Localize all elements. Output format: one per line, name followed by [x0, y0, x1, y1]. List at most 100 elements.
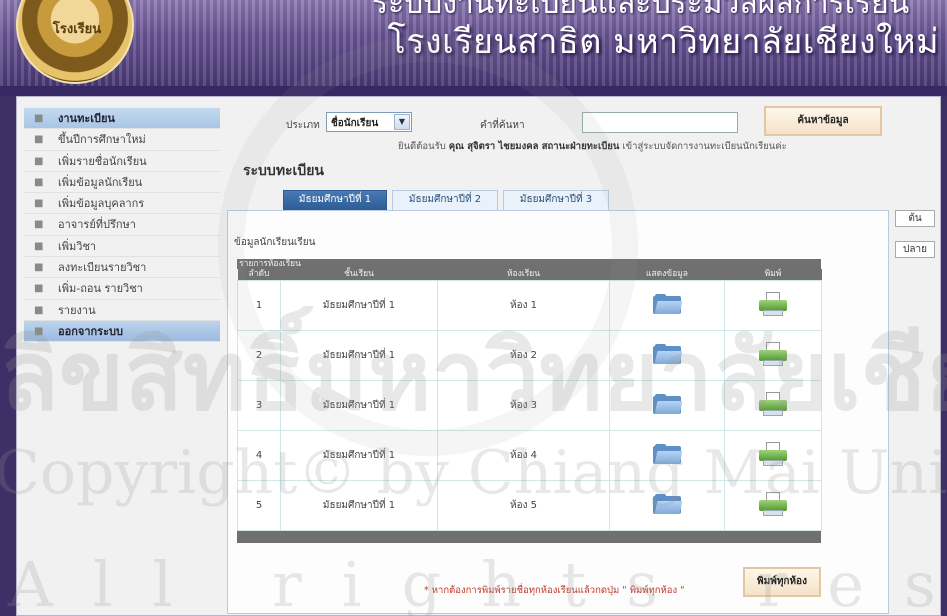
- sidebar-item-add-drop[interactable]: ■ เพิ่ม-ถอน รายวิชา: [24, 278, 220, 300]
- content-panel: ข้อมูลนักเรียนเรียน รายการห้องเรียน ลำดั…: [227, 210, 889, 614]
- bullet-icon: ■: [34, 155, 44, 167]
- banner-school-name: โรงเรียนสาธิต มหาวิทยาลัยเชียงใหม่: [387, 22, 939, 62]
- sidebar-item-label: เพิ่มข้อมูลบุคลากร: [58, 197, 145, 211]
- bullet-icon: ■: [34, 304, 44, 316]
- sidebar-item-label: ออกจากระบบ: [58, 324, 123, 338]
- sidebar-item-label: เพิ่ม-ถอน รายวิชา: [58, 282, 143, 296]
- bullet-icon: ■: [34, 198, 44, 210]
- column-header: ห้องเรียน: [437, 269, 610, 281]
- row-room: ห้อง 1: [437, 280, 610, 331]
- row-number: 1: [237, 280, 281, 331]
- row-grade: มัธยมศึกษาปีที่ 1: [280, 330, 438, 381]
- row-room: ห้อง 5: [437, 480, 610, 531]
- table-caption: รายการห้องเรียน: [237, 259, 821, 269]
- bullet-icon: ■: [34, 176, 44, 188]
- printer-icon[interactable]: [758, 492, 788, 516]
- header-banner: โรงเรียน ระบบงานทะเบียนและประมวลผลการเรี…: [0, 0, 947, 86]
- type-label: ประเภท: [286, 120, 320, 131]
- column-header: ชั้นเรียน: [280, 269, 438, 281]
- sidebar-item-add-subject[interactable]: ■ เพิ่มวิชา: [24, 236, 220, 258]
- printer-icon[interactable]: [758, 392, 788, 416]
- column-header: พิมพ์: [724, 269, 822, 281]
- view-cell: [609, 330, 725, 381]
- classroom-table: รายการห้องเรียน ลำดับ ชั้นเรียน ห้องเรีย…: [237, 259, 822, 543]
- chevron-down-icon[interactable]: ▼: [394, 114, 410, 130]
- header-divider: [0, 86, 947, 96]
- print-cell: [724, 280, 822, 331]
- search-button[interactable]: ค้นหาข้อมูล: [764, 106, 882, 136]
- sidebar-item-add-staff-info[interactable]: ■ เพิ่มข้อมูลบุคลากร: [24, 193, 220, 215]
- sidebar-item-label: เพิ่มข้อมูลนักเรียน: [58, 175, 143, 189]
- type-select-value: ชื่อนักเรียน: [331, 118, 379, 129]
- bullet-icon: ■: [34, 325, 44, 337]
- sidebar-item-advisors[interactable]: ■ อาจารย์ที่ปรึกษา: [24, 214, 220, 236]
- row-number: 5: [237, 480, 281, 531]
- keyword-label: คำที่ค้นหา: [480, 120, 525, 131]
- sidebar-item-label: เพิ่มวิชา: [58, 239, 97, 253]
- row-number: 4: [237, 430, 281, 481]
- sidebar-item-add-student-info[interactable]: ■ เพิ่มข้อมูลนักเรียน: [24, 172, 220, 194]
- welcome-suffix: เข้าสู่ระบบจัดการงานทะเบียนนักเรียนค่ะ: [622, 141, 787, 152]
- scroll-top-button[interactable]: ต้น: [895, 210, 935, 227]
- sidebar-item-registration[interactable]: ■ งานทะเบียน: [24, 108, 220, 130]
- folder-icon[interactable]: [653, 494, 683, 514]
- printer-icon[interactable]: [758, 342, 788, 366]
- user-name: คุณ สุจิตรา ไชยมงคล สถานะฝ่ายทะเบียน: [448, 141, 620, 152]
- table-row: 2 มัธยมศึกษาปีที่ 1 ห้อง 2: [237, 330, 822, 381]
- folder-icon[interactable]: [653, 344, 683, 364]
- bullet-icon: ■: [34, 283, 44, 295]
- sidebar-item-course-registration[interactable]: ■ ลงทะเบียนรายวิชา: [24, 257, 220, 279]
- search-input[interactable]: [582, 112, 738, 133]
- sidebar-item-new-year[interactable]: ■ ขึ้นปีการศึกษาใหม่: [24, 129, 220, 151]
- table-row: 4 มัธยมศึกษาปีที่ 1 ห้อง 4: [237, 430, 822, 481]
- column-header: แสดงข้อมูล: [609, 269, 725, 281]
- print-cell: [724, 330, 822, 381]
- row-grade: มัธยมศึกษาปีที่ 1: [280, 480, 438, 531]
- folder-icon[interactable]: [653, 444, 683, 464]
- view-cell: [609, 380, 725, 431]
- column-header: ลำดับ: [237, 269, 281, 281]
- printer-icon[interactable]: [758, 292, 788, 316]
- bullet-icon: ■: [34, 262, 44, 274]
- view-cell: [609, 480, 725, 531]
- bullet-icon: ■: [34, 134, 44, 146]
- table-header: ลำดับ ชั้นเรียน ห้องเรียน แสดงข้อมูล พิม…: [237, 269, 822, 281]
- print-all-note: * หากต้องการพิมพ์รายชื่อทุกห้องเรียนแล้ว…: [424, 585, 685, 596]
- scroll-bottom-button[interactable]: ปลาย: [895, 241, 935, 258]
- type-select[interactable]: ชื่อนักเรียน ▼: [326, 112, 412, 132]
- table-row: 3 มัธยมศึกษาปีที่ 1 ห้อง 3: [237, 380, 822, 431]
- row-number: 3: [237, 380, 281, 431]
- view-cell: [609, 280, 725, 331]
- folder-icon[interactable]: [653, 294, 683, 314]
- printer-icon[interactable]: [758, 442, 788, 466]
- tab-grade-1[interactable]: มัธยมศึกษาปีที่ 1: [283, 190, 387, 210]
- sidebar-item-label: ขึ้นปีการศึกษาใหม่: [58, 133, 146, 147]
- tab-grade-2[interactable]: มัธยมศึกษาปีที่ 2: [392, 190, 498, 210]
- row-number: 2: [237, 330, 281, 381]
- folder-icon[interactable]: [653, 394, 683, 414]
- sidebar-item-label: ลงทะเบียนรายวิชา: [58, 261, 147, 275]
- row-grade: มัธยมศึกษาปีที่ 1: [280, 280, 438, 331]
- row-room: ห้อง 4: [437, 430, 610, 481]
- panel-heading: ข้อมูลนักเรียนเรียน: [234, 237, 316, 248]
- row-room: ห้อง 3: [437, 380, 610, 431]
- sidebar-item-reports[interactable]: ■ รายงาน: [24, 300, 220, 321]
- row-room: ห้อง 2: [437, 330, 610, 381]
- welcome-prefix: ยินดีต้อนรับ: [398, 141, 446, 152]
- bullet-icon: ■: [34, 219, 44, 231]
- sidebar-item-logout[interactable]: ■ ออกจากระบบ: [24, 320, 220, 343]
- search-bar: ประเภท ชื่อนักเรียน ▼ คำที่ค้นหา ค้นหาข้…: [286, 106, 886, 136]
- print-all-button[interactable]: พิมพ์ทุกห้อง: [743, 567, 821, 597]
- table-footer: [237, 531, 821, 543]
- sidebar-item-label: อาจารย์ที่ปรึกษา: [58, 218, 136, 232]
- print-cell: [724, 380, 822, 431]
- table-row: 1 มัธยมศึกษาปีที่ 1 ห้อง 1: [237, 280, 822, 331]
- tab-grade-3[interactable]: มัธยมศึกษาปีที่ 3: [503, 190, 609, 210]
- sidebar-item-add-student-names[interactable]: ■ เพิ่มรายชื่อนักเรียน: [24, 151, 220, 172]
- print-cell: [724, 430, 822, 481]
- print-cell: [724, 480, 822, 531]
- table-row: 5 มัธยมศึกษาปีที่ 1 ห้อง 5: [237, 480, 822, 531]
- sidebar-item-label: งานทะเบียน: [58, 112, 115, 125]
- bullet-icon: ■: [34, 113, 44, 124]
- sidebar-item-label: เพิ่มรายชื่อนักเรียน: [58, 154, 147, 168]
